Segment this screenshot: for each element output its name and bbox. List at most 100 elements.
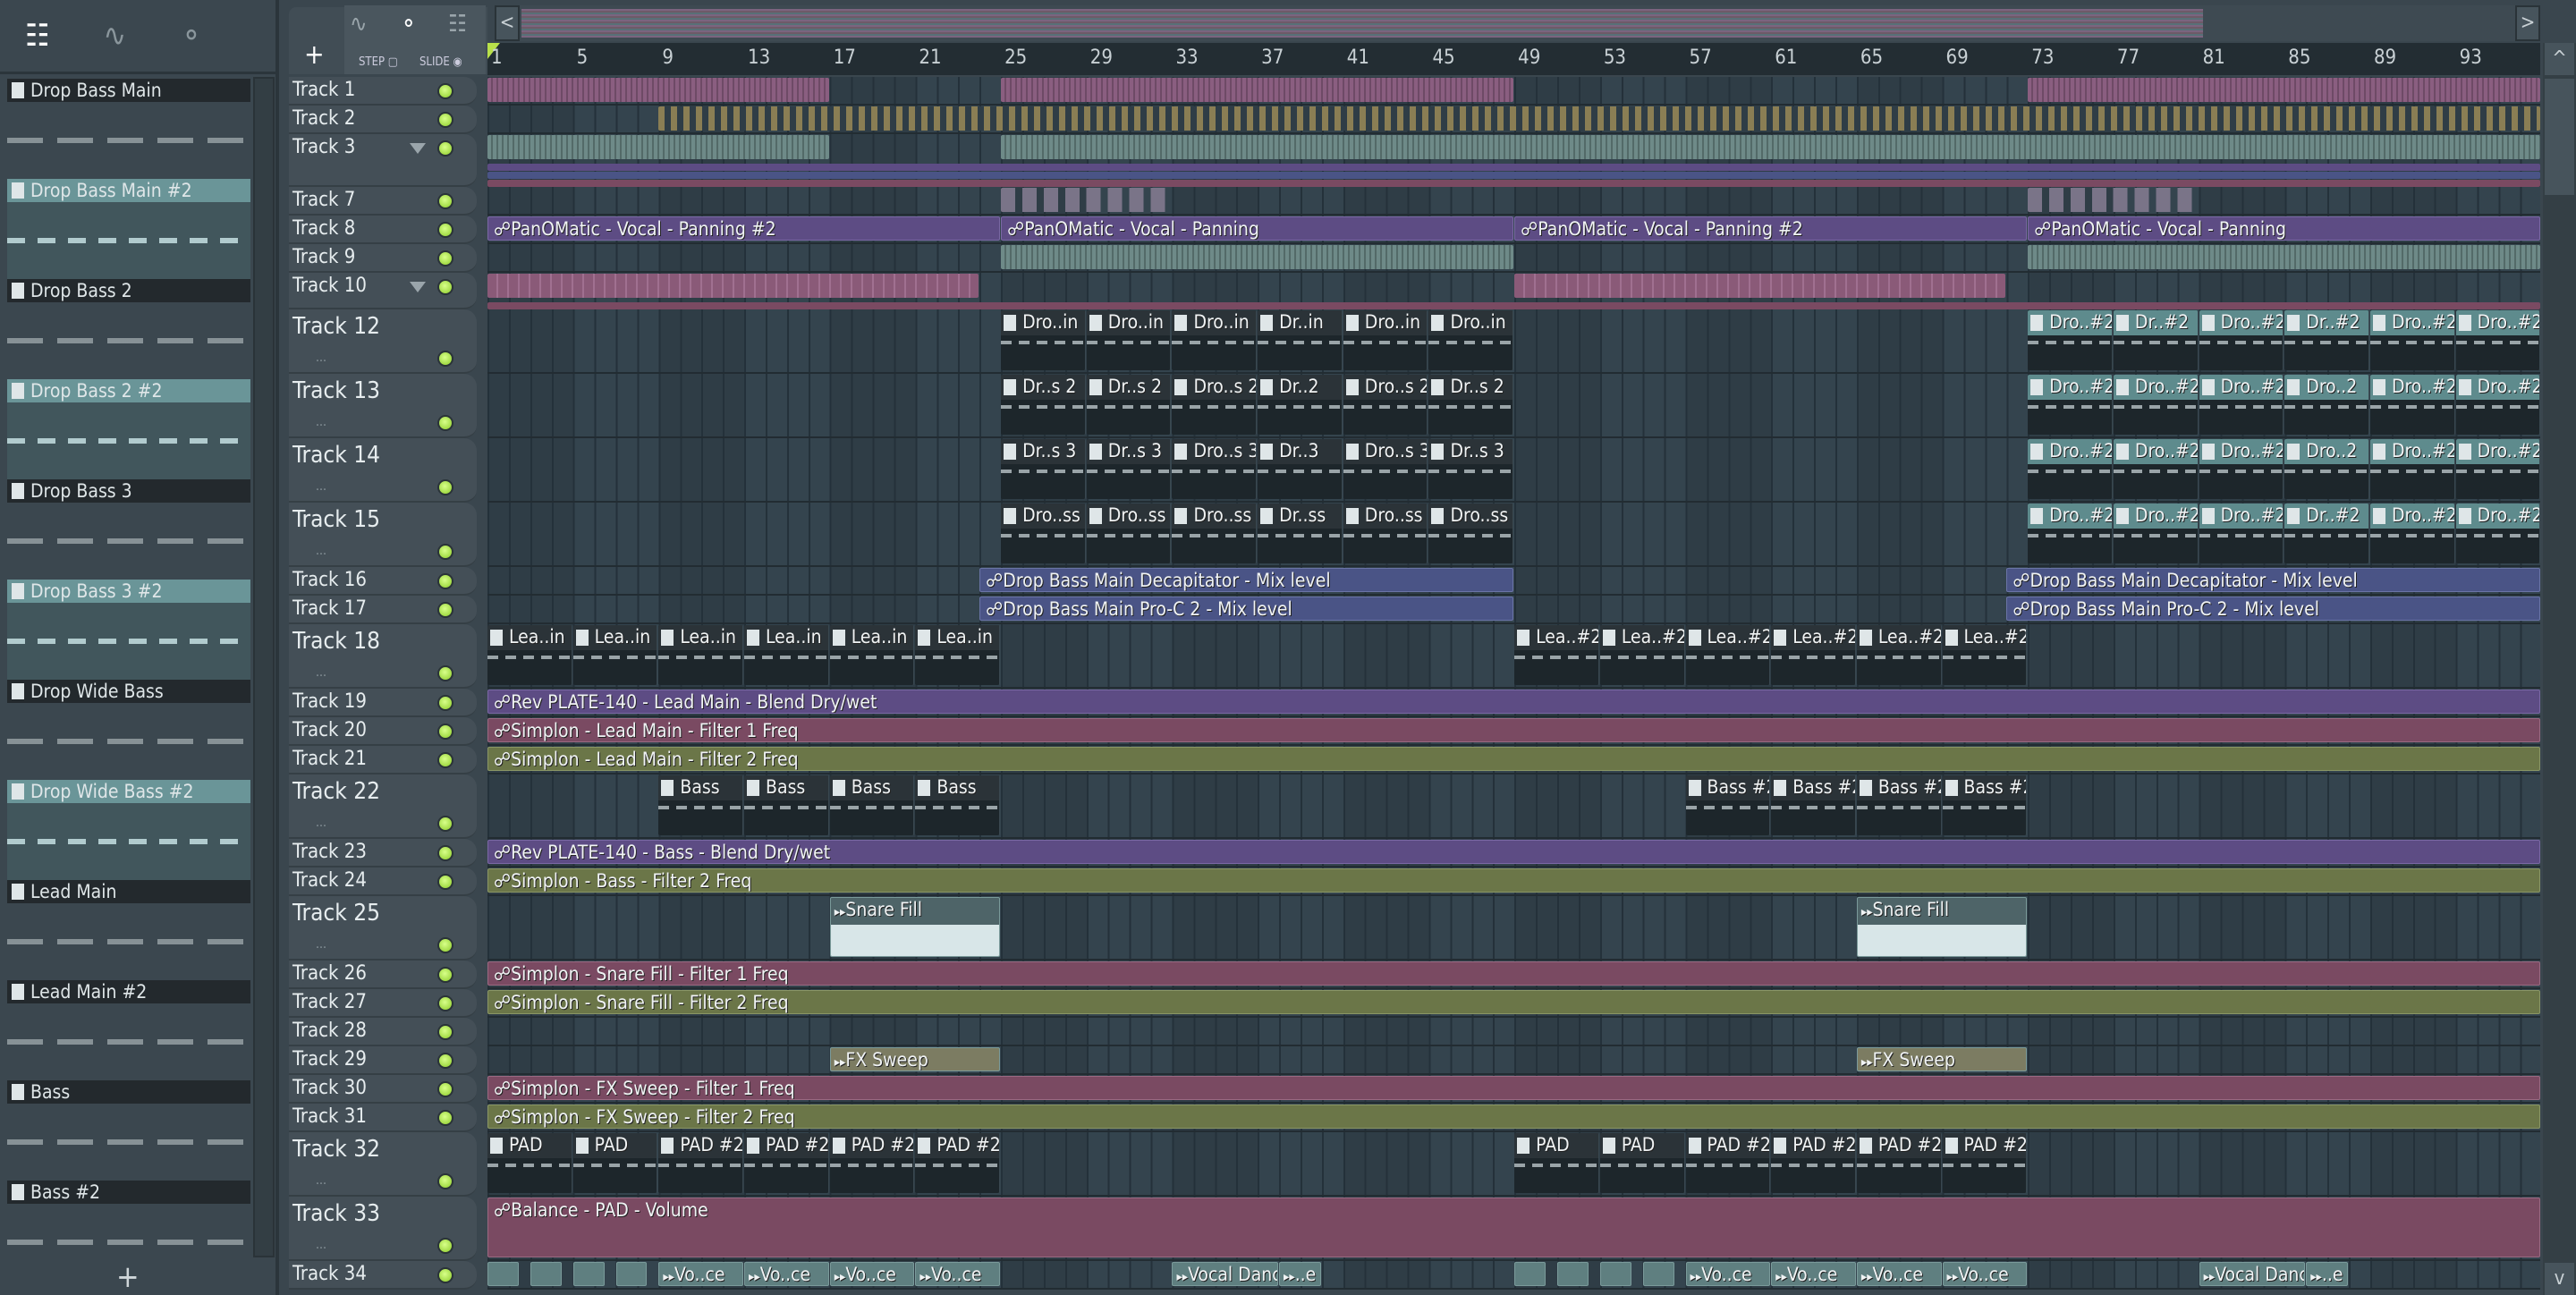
- track-header[interactable]: Track 7: [289, 187, 477, 216]
- track-header[interactable]: Track 25 ···: [289, 896, 477, 961]
- clip-auto-pink[interactable]: ☍Simplon - FX Sweep - Filter 1 Freq: [487, 1076, 2541, 1100]
- clip-audio[interactable]: Snare Fill: [829, 897, 1001, 957]
- clip-vocalchop[interactable]: [2028, 188, 2199, 212]
- clip-pattern[interactable]: Dro..#2: [2455, 310, 2541, 370]
- clip-pattern[interactable]: Dro..ss: [1172, 504, 1258, 563]
- track-lane[interactable]: ☍Drop Bass Main Pro-C 2 - Mix level ☍Drop…: [487, 596, 2541, 624]
- clip-pattern[interactable]: Dr..#2: [2113, 310, 2199, 370]
- track-lane[interactable]: ☍Simplon - Lead Main - Filter 2 Freq: [487, 746, 2541, 774]
- overview-minimap[interactable]: [521, 9, 2203, 38]
- clip-pattern[interactable]: Bass: [915, 775, 1001, 835]
- clip-audio[interactable]: ..e: [2306, 1262, 2349, 1286]
- scroll-left-button[interactable]: <: [495, 5, 520, 41]
- clip-pattern[interactable]: Dro..s 3: [1343, 439, 1428, 499]
- clip-pattern[interactable]: Bass #2: [1685, 775, 1771, 835]
- clip-pattern[interactable]: Dr..ss: [1258, 504, 1343, 563]
- clip-auto-purple[interactable]: ☍PanOMatic - Vocal - Panning #2: [1514, 216, 2028, 241]
- clip-pattern[interactable]: Lea..in: [572, 625, 658, 685]
- track-mute-led[interactable]: [437, 752, 453, 768]
- clip-pattern[interactable]: Dro..s 2: [1172, 375, 1258, 435]
- clip-pattern[interactable]: Dro..#2: [2455, 439, 2541, 499]
- track-mute-led[interactable]: [437, 602, 453, 618]
- clip-pattern[interactable]: Dro..#2: [2028, 375, 2113, 435]
- clip-pattern[interactable]: Dro..#2: [2369, 375, 2455, 435]
- track-lane[interactable]: Dro..ss Dro..ss Dro..ss Dr..ss Dro..ss Dro..s…: [487, 503, 2541, 567]
- clip-pattern[interactable]: Dro..in: [1172, 310, 1258, 370]
- clip-pattern[interactable]: Dr..2: [1258, 375, 1343, 435]
- clip-auto-pink[interactable]: ☍Simplon - Snare Fill - Filter 1 Freq: [487, 961, 2541, 986]
- waveform-icon[interactable]: ∿: [350, 11, 368, 38]
- track-mute-led[interactable]: [437, 479, 453, 495]
- clip-pattern[interactable]: PAD #2: [1771, 1133, 1856, 1193]
- clip-pattern[interactable]: Lea..#2: [1771, 625, 1856, 685]
- clip-pattern[interactable]: PAD: [1514, 1133, 1599, 1193]
- clip-audio[interactable]: Vocal Dance: [2199, 1262, 2306, 1286]
- track-mute-led[interactable]: [437, 351, 453, 367]
- clip-pattern[interactable]: Bass #2: [1942, 775, 2028, 835]
- track-mute-led[interactable]: [437, 1267, 453, 1283]
- track-header[interactable]: Track 16: [289, 567, 477, 596]
- track-header[interactable]: Track 23: [289, 839, 477, 868]
- clip-stripe-teal[interactable]: [1001, 135, 2541, 159]
- clip-pattern[interactable]: Dr..in: [1258, 310, 1343, 370]
- clip-pattern[interactable]: Lea..in: [915, 625, 1001, 685]
- track-header[interactable]: Track 34: [289, 1261, 477, 1290]
- clip-pattern[interactable]: Bass: [829, 775, 915, 835]
- clip-audio[interactable]: Vo..ce: [915, 1262, 1001, 1286]
- timeline-ruler[interactable]: 1 5 9 13 17 21 25 29 33 37 41 45 49 53 57 61 65 69 73 77 81 8…: [487, 43, 2540, 75]
- track-mute-led[interactable]: [437, 250, 453, 267]
- clip-auto-olive[interactable]: ☍Simplon - Bass - Filter 2 Freq: [487, 868, 2541, 893]
- clip-pattern[interactable]: Dro..#2: [2028, 504, 2113, 563]
- clip-auto-pink[interactable]: ☍Balance - PAD - Volume: [487, 1198, 2541, 1257]
- track-lane[interactable]: [487, 106, 2541, 134]
- collapsed-lane[interactable]: [487, 302, 2540, 309]
- clip-pattern[interactable]: Dro..#2: [2369, 504, 2455, 563]
- clip-pattern[interactable]: PAD #2: [1685, 1133, 1771, 1193]
- clip-pattern[interactable]: Dr..s 2: [1428, 375, 1514, 435]
- track-header[interactable]: Track 21: [289, 746, 477, 774]
- clip-stripe-vpink[interactable]: [487, 274, 979, 298]
- track-lane[interactable]: Dro..in Dro..in Dro..in Dr..in Dro..in Dro..i…: [487, 309, 2541, 374]
- clip-stripe-teal[interactable]: [2028, 245, 2541, 269]
- track-header[interactable]: Track 3: [289, 134, 477, 187]
- clip-auto-blue[interactable]: ☍Drop Bass Main Pro-C 2 - Mix level: [979, 597, 1514, 621]
- clip-audio[interactable]: Vocal Dance: [1172, 1262, 1279, 1286]
- clip-vocalchop[interactable]: [1001, 188, 1172, 212]
- audio-wave-icon[interactable]: ∿: [103, 18, 126, 54]
- track-mute-led[interactable]: [437, 874, 453, 890]
- clip-pattern[interactable]: Dr..#2: [2284, 504, 2369, 563]
- clip-audio[interactable]: Vo..ce: [829, 1262, 915, 1286]
- track-mute-led[interactable]: [437, 937, 453, 953]
- track-mute-led[interactable]: [437, 816, 453, 832]
- track-lane[interactable]: [487, 1018, 2540, 1046]
- clip-auto-olive[interactable]: ☍Simplon - FX Sweep - Filter 2 Freq: [487, 1105, 2541, 1129]
- track-header[interactable]: Track 15 ···: [289, 503, 477, 567]
- clip-pattern[interactable]: Dr..s 3: [1428, 439, 1514, 499]
- clip-auto-purple[interactable]: ☍Rev PLATE-140 - Lead Main - Blend Dry/w…: [487, 690, 2541, 714]
- dropdown-arrow-icon[interactable]: [410, 143, 426, 154]
- clip-pattern[interactable]: Dro..#2: [2028, 439, 2113, 499]
- slide-toggle[interactable]: SLIDE ◉: [419, 55, 462, 69]
- clip-pattern[interactable]: Lea..in: [487, 625, 572, 685]
- piano-icon[interactable]: ☷: [448, 11, 467, 38]
- clip-stripe-teal[interactable]: [487, 135, 829, 159]
- track-lane[interactable]: ☍Rev PLATE-140 - Lead Main - Blend Dry/w…: [487, 689, 2541, 717]
- clip-audio[interactable]: [615, 1262, 648, 1286]
- clip-pattern[interactable]: Dro..s 2: [1343, 375, 1428, 435]
- scroll-right-button[interactable]: >: [2515, 5, 2540, 41]
- clip-pattern[interactable]: Dro..#2: [2113, 375, 2199, 435]
- clip-audio[interactable]: Vo..ce: [1942, 1262, 2028, 1286]
- track-header[interactable]: Track 31: [289, 1104, 477, 1132]
- scroll-up-button[interactable]: ^: [2545, 43, 2574, 75]
- clip-pattern[interactable]: Dro..#2: [2455, 504, 2541, 563]
- clip-pattern[interactable]: Dr..s 2: [1086, 375, 1172, 435]
- clip-pattern[interactable]: PAD: [487, 1133, 572, 1193]
- clip-pattern[interactable]: Dr..3: [1258, 439, 1343, 499]
- clip-pattern[interactable]: Lea..#2: [1685, 625, 1771, 685]
- collapsed-lane[interactable]: [487, 164, 2540, 171]
- clip-pattern[interactable]: Lea..#2: [1514, 625, 1599, 685]
- clip-pattern[interactable]: Dro..ss: [1428, 504, 1514, 563]
- clip-stripe-pink[interactable]: [2028, 78, 2541, 102]
- track-lane[interactable]: ☍Simplon - Bass - Filter 2 Freq: [487, 868, 2541, 896]
- track-mute-led[interactable]: [437, 415, 453, 431]
